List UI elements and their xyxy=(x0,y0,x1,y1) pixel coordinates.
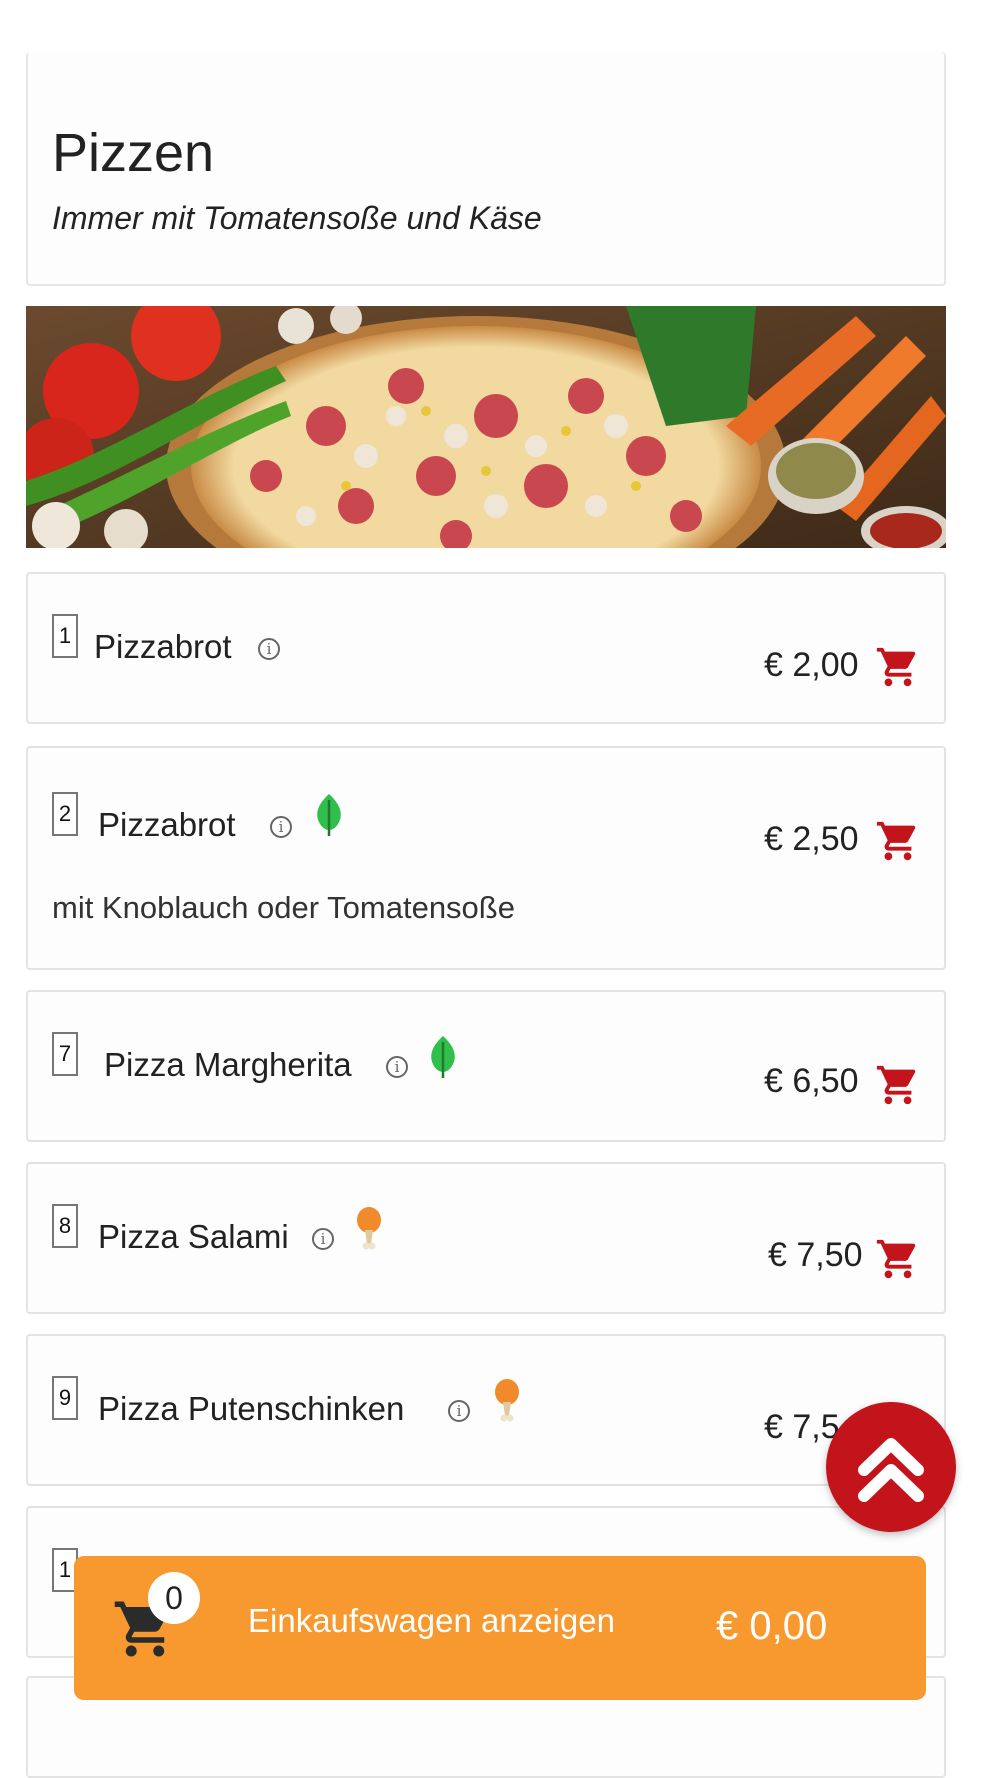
info-icon[interactable]: i xyxy=(386,1056,408,1078)
item-price: € 2,00 xyxy=(764,646,859,684)
item-number: 2 xyxy=(52,792,78,836)
drumstick-icon xyxy=(495,1379,519,1422)
item-name: Pizzabrot xyxy=(98,806,236,843)
pizza-banner-illustration xyxy=(26,306,946,548)
drumstick-icon xyxy=(357,1207,381,1250)
info-icon[interactable]: i xyxy=(258,638,280,660)
category-banner-image xyxy=(26,306,946,548)
info-icon[interactable]: i xyxy=(270,816,292,838)
leaf-icon xyxy=(317,794,341,836)
cart-count-badge: 0 xyxy=(148,1572,200,1624)
item-name: Pizza Margherita xyxy=(104,1046,352,1083)
menu-item[interactable]: 7 Pizza Margherita i € 6,50 xyxy=(26,990,946,1142)
menu-page: Pizzen Immer mit Tomatensoße und Käse 1 … xyxy=(0,0,1000,1778)
item-price: € 7,50 xyxy=(768,1236,863,1274)
scroll-to-top-button[interactable] xyxy=(826,1402,956,1532)
add-to-cart-icon[interactable] xyxy=(874,1236,922,1282)
item-price: € 6,50 xyxy=(764,1062,859,1100)
info-icon[interactable]: i xyxy=(448,1400,470,1422)
cart-total: € 0,00 xyxy=(716,1604,828,1648)
info-icon[interactable]: i xyxy=(312,1228,334,1250)
category-title: Pizzen xyxy=(52,123,215,183)
item-number: 9 xyxy=(52,1376,78,1420)
leaf-icon xyxy=(431,1036,455,1078)
item-name: Pizza Salami xyxy=(98,1218,289,1255)
menu-item[interactable]: 9 Pizza Putenschinken i € 7,5 xyxy=(26,1334,946,1486)
double-chevron-up-icon xyxy=(858,1438,924,1502)
item-description: mit Knoblauch oder Tomatensoße xyxy=(52,890,515,925)
menu-item[interactable]: 1 Pizzabrot i € 2,00 xyxy=(26,572,946,724)
category-subtitle: Immer mit Tomatensoße und Käse xyxy=(52,200,542,236)
cart-label: Einkaufswagen anzeigen xyxy=(248,1602,615,1639)
add-to-cart-icon[interactable] xyxy=(874,644,922,690)
view-cart-button[interactable]: 0 Einkaufswagen anzeigen € 0,00 xyxy=(74,1556,926,1700)
menu-item[interactable]: 2 Pizzabrot i € 2,50 mit Knoblauch oder … xyxy=(26,746,946,970)
item-number: 7 xyxy=(52,1032,78,1076)
item-name: Pizzabrot xyxy=(94,628,232,665)
item-number: 8 xyxy=(52,1204,78,1248)
category-header: Pizzen Immer mit Tomatensoße und Käse xyxy=(26,52,946,286)
item-name: Pizza Putenschinken xyxy=(98,1390,405,1427)
add-to-cart-icon[interactable] xyxy=(874,818,922,864)
add-to-cart-icon[interactable] xyxy=(874,1062,922,1108)
item-price: € 2,50 xyxy=(764,820,859,858)
menu-item[interactable]: 8 Pizza Salami i € 7,50 xyxy=(26,1162,946,1314)
item-number: 1 xyxy=(52,614,78,658)
